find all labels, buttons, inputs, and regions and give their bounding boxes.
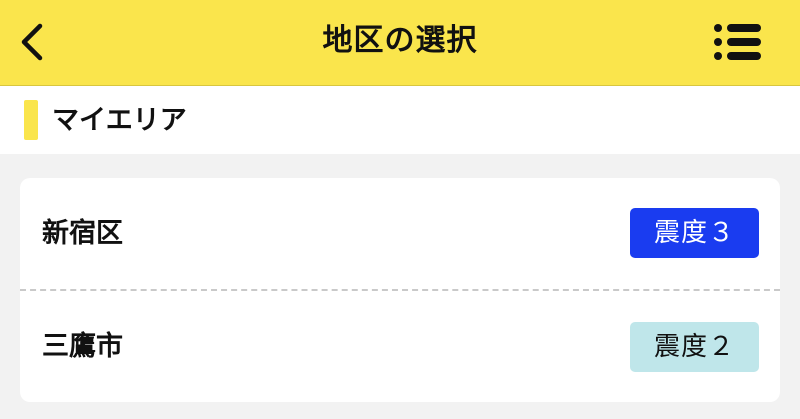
list-item-area[interactable]: 新宿区 震度３ (20, 178, 780, 289)
intensity-badge: 震度３ (630, 208, 759, 258)
section-title: マイエリア (52, 105, 187, 136)
area-name: 三鷹市 (42, 331, 123, 362)
my-area-section-header: マイエリア (0, 86, 800, 154)
area-list-card: 新宿区 震度３ 三鷹市 震度２ (20, 178, 780, 402)
section-accent-bar (24, 100, 38, 140)
area-name: 新宿区 (42, 218, 123, 249)
menu-button[interactable] (712, 20, 764, 64)
list-menu-icon (714, 24, 761, 60)
page-title: 地区の選択 (322, 23, 478, 58)
app-header: 地区の選択 (0, 0, 800, 86)
intensity-badge: 震度２ (630, 322, 759, 372)
list-item-area[interactable]: 三鷹市 震度２ (20, 291, 780, 402)
